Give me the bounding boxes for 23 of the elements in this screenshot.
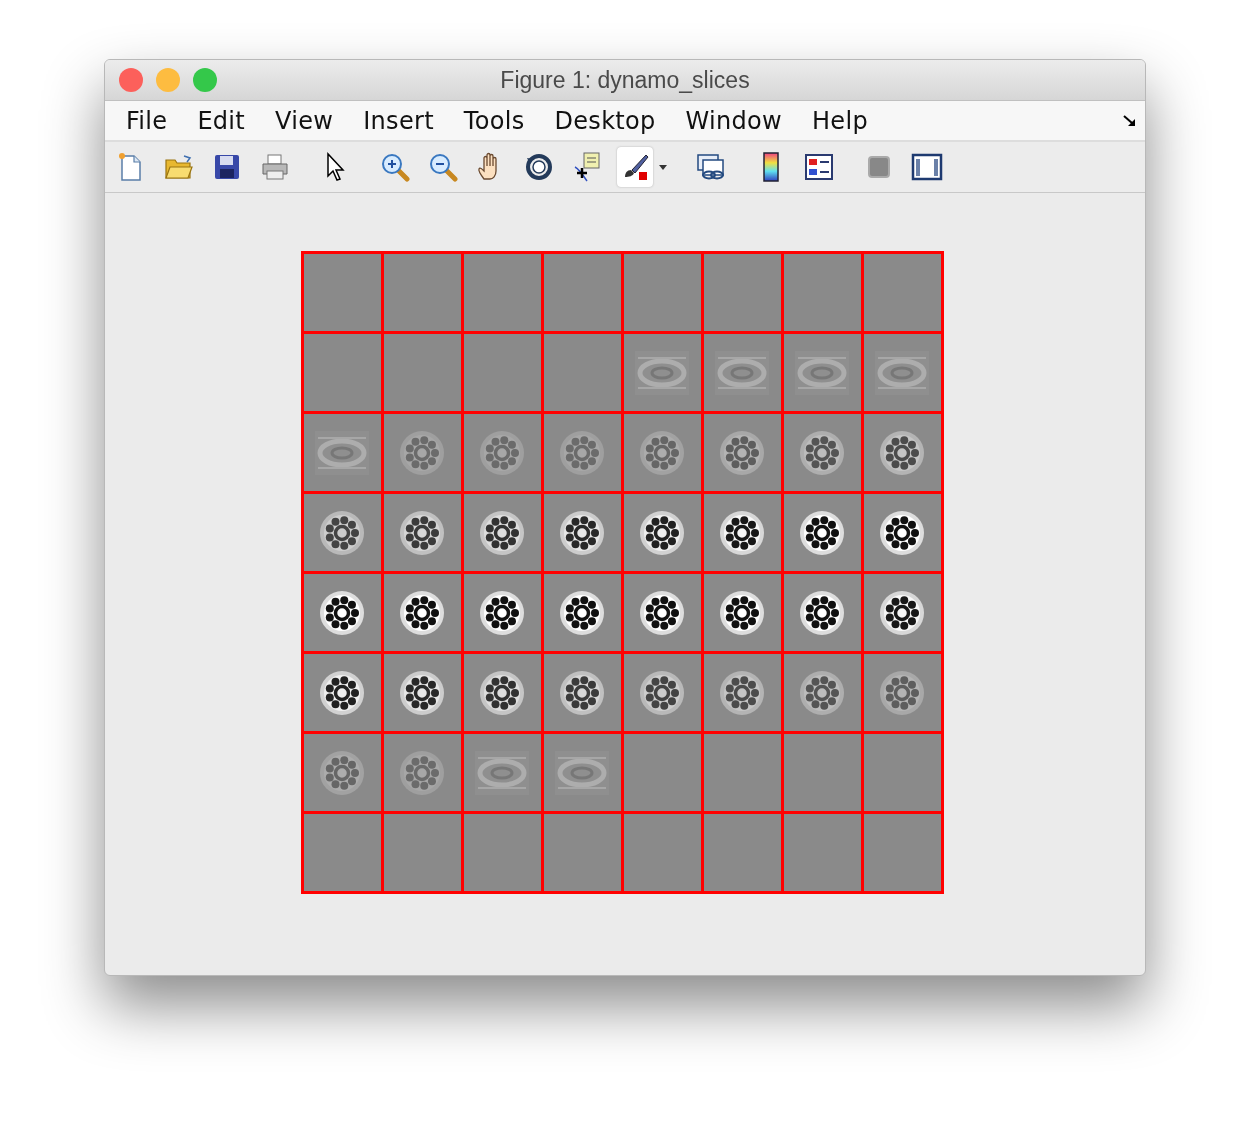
legend-icon [804, 153, 834, 181]
linked-windows-icon [695, 152, 727, 182]
menu-item[interactable]: File [111, 106, 183, 135]
pointer-arrow-icon [324, 152, 346, 182]
rotate-3d-icon [524, 152, 554, 182]
colorbar-icon [762, 152, 780, 182]
rounded-square-icon [867, 155, 891, 179]
panel-window-icon [911, 153, 943, 181]
menu-item[interactable]: Help [797, 106, 883, 135]
undock-arrow-icon[interactable] [1123, 114, 1137, 127]
caret-icon [659, 164, 667, 170]
menu-item[interactable]: Window [670, 106, 797, 135]
zoom-in-icon [380, 152, 410, 182]
window-title: Figure 1: dynamo_slices [500, 66, 750, 93]
printer-icon [260, 153, 290, 181]
menu-item[interactable]: Desktop [539, 106, 671, 135]
menu-item[interactable]: View [260, 106, 349, 135]
zoom-out-icon [428, 152, 458, 182]
menu-item[interactable]: Insert [348, 106, 449, 135]
folder-icon [164, 154, 194, 180]
menu-item[interactable]: Tools [448, 106, 540, 135]
toolbar-button[interactable] [617, 147, 653, 187]
menu-item[interactable]: Edit [182, 106, 261, 135]
